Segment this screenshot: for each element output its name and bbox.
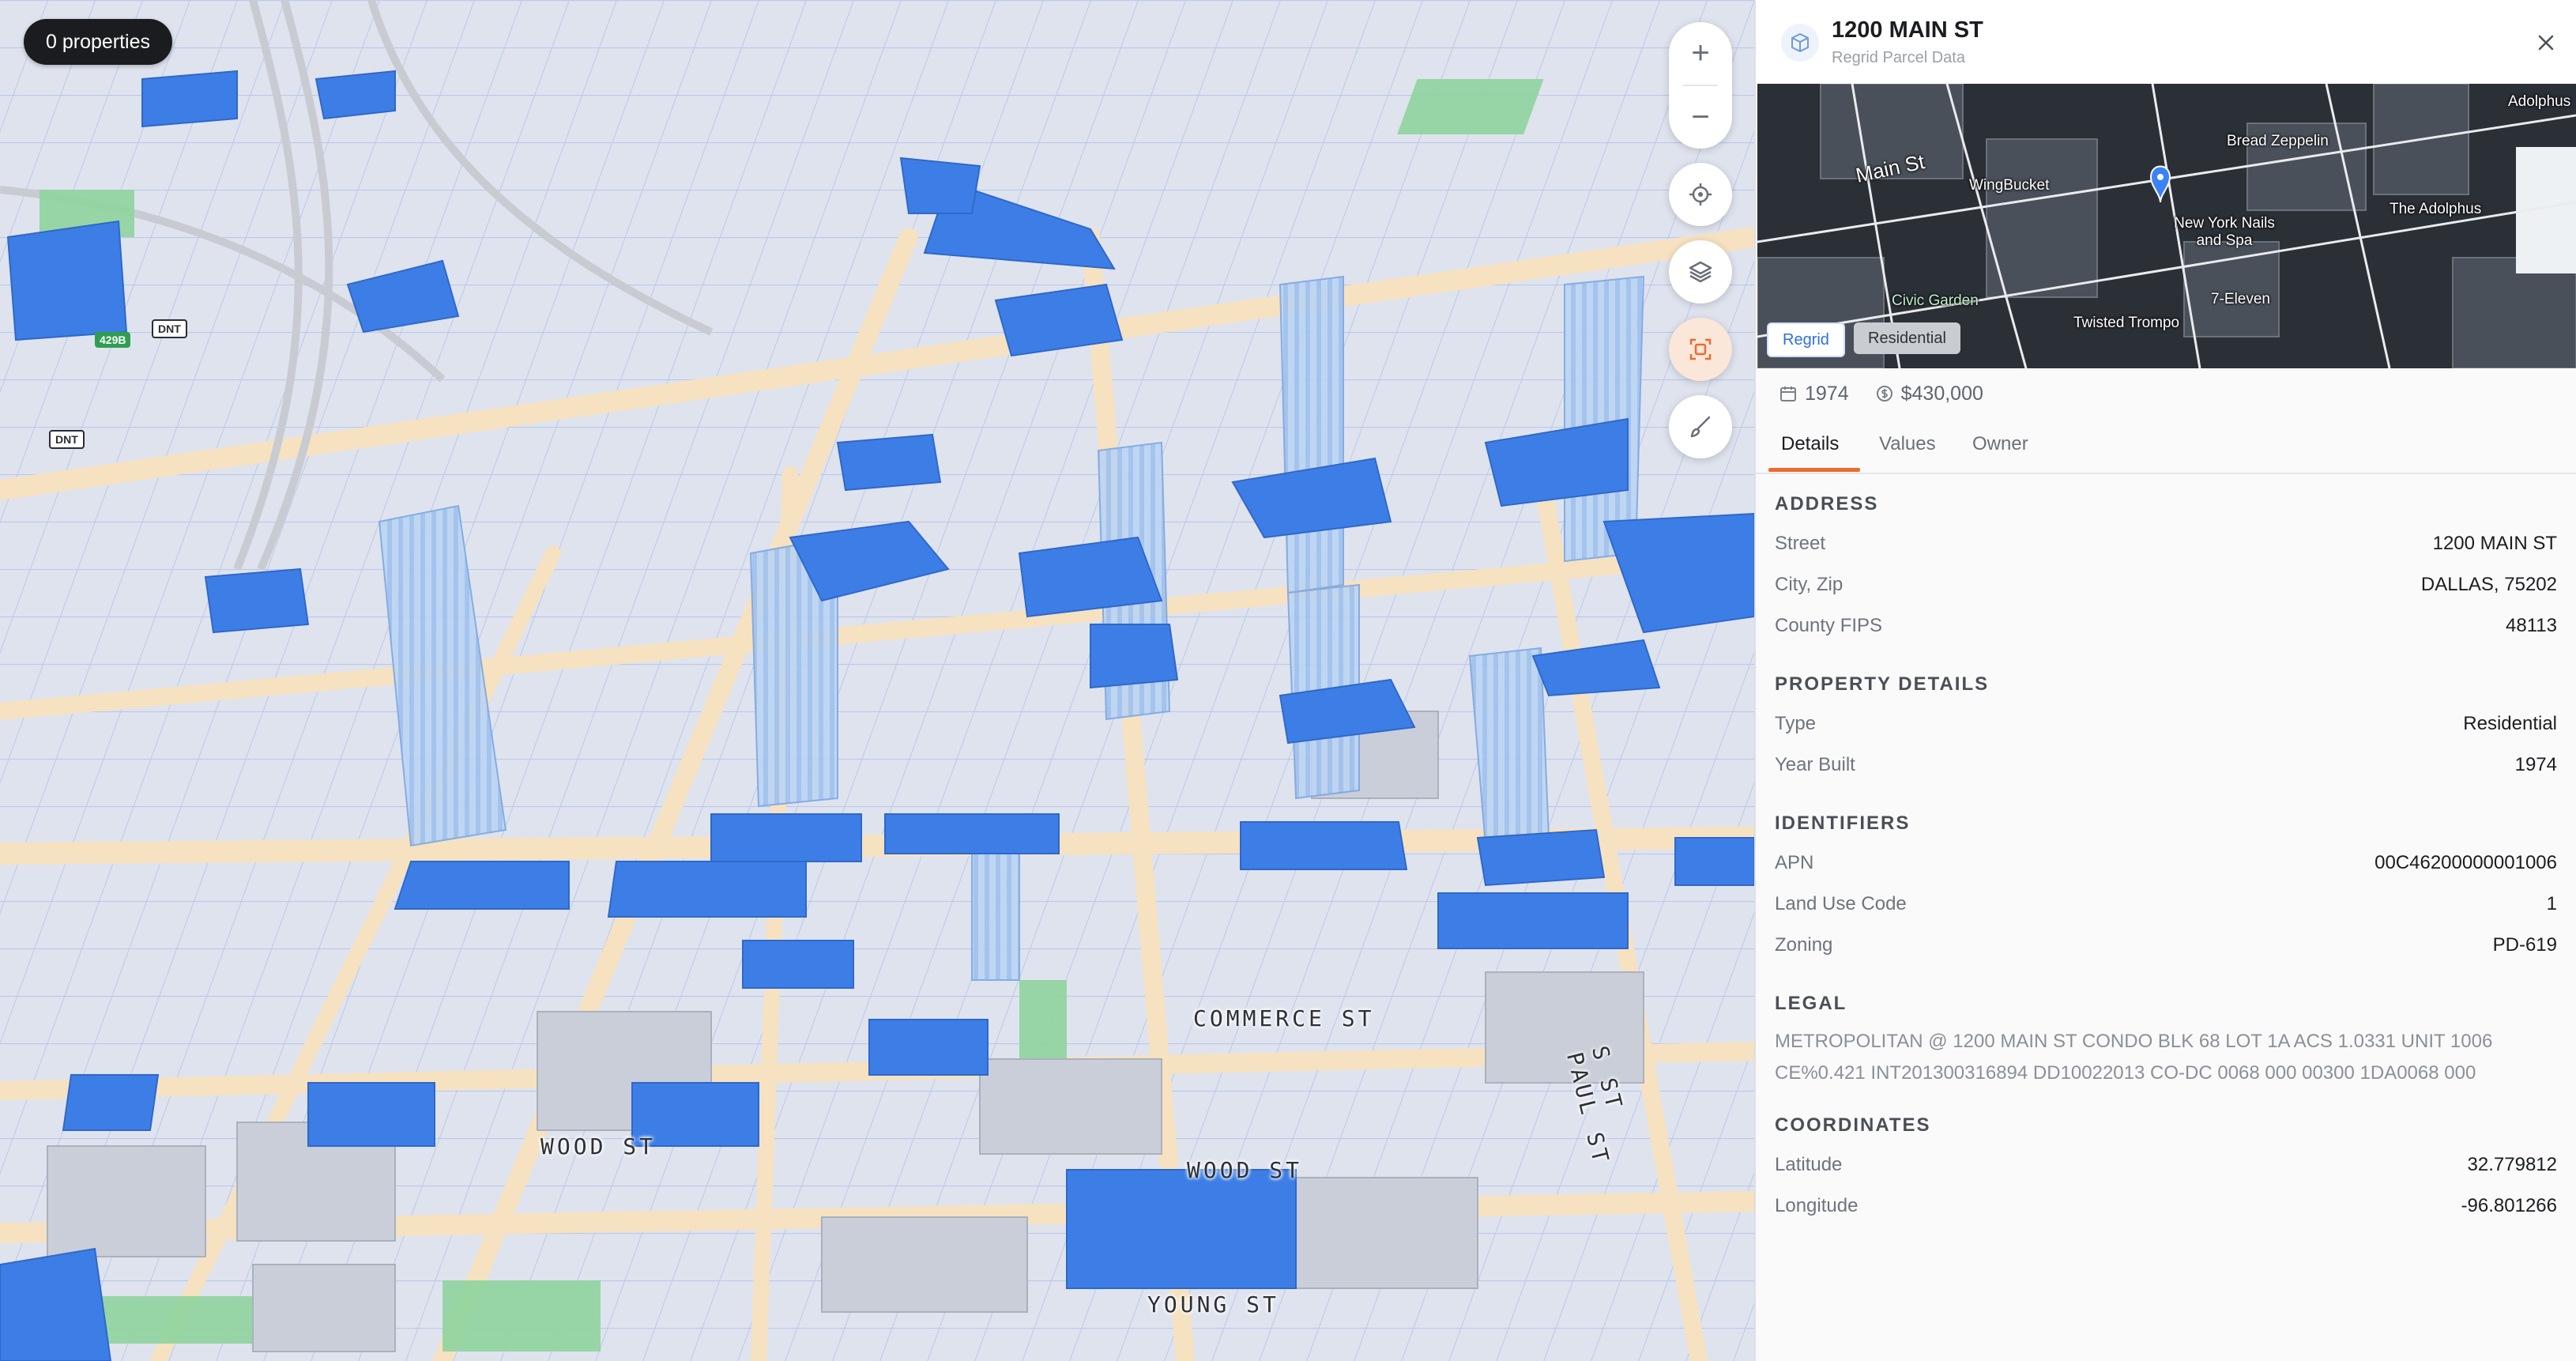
detail-tabs: Details Values Owner <box>1756 419 2576 474</box>
parcel-details-panel: 1200 MAIN ST Regrid Parcel Data Main St … <box>1754 0 2576 1361</box>
highway-shield-429b: 429B <box>95 332 131 348</box>
poi-wingbucket: WingBucket <box>1969 177 2050 194</box>
panel-subtitle: Regrid Parcel Data <box>1832 49 1965 66</box>
highway-shield-dnt: DNT <box>152 319 187 338</box>
poi-adolphus: Adolphus <box>2508 93 2571 110</box>
draw-button[interactable] <box>1669 395 1732 458</box>
scan-parcel-icon <box>1689 338 1712 360</box>
regrid-tag: Regrid <box>1767 322 1845 357</box>
address-city-label: City, Zip <box>1775 574 1843 595</box>
close-icon <box>2538 35 2554 51</box>
dollar-icon <box>1876 386 1892 402</box>
value-meta: $430,000 <box>1876 383 1983 405</box>
street-label-wood-west: WOOD ST <box>540 1133 657 1159</box>
zoom-out-button[interactable]: − <box>1669 86 1732 149</box>
close-panel-button[interactable] <box>2530 27 2562 58</box>
tab-values[interactable]: Values <box>1879 433 1936 455</box>
latitude-label: Latitude <box>1775 1154 1843 1175</box>
poi-7-eleven: 7-Eleven <box>2211 291 2270 307</box>
panel-header: 1200 MAIN ST Regrid Parcel Data <box>1756 0 2576 84</box>
poi-the-adolphus: The Adolphus <box>2390 201 2482 217</box>
poi-twisted-trompo: Twisted Trompo <box>2073 315 2180 331</box>
section-heading-legal: LEGAL <box>1775 993 1847 1014</box>
tab-details[interactable]: Details <box>1781 433 1839 455</box>
section-heading-address: ADDRESS <box>1775 493 1879 515</box>
calendar-icon <box>1780 386 1796 402</box>
year-built-meta: 1974 <box>1779 383 1849 405</box>
layers-button[interactable] <box>1669 240 1732 303</box>
address-street-label: Street <box>1775 533 1826 554</box>
land-use-label: Land Use Code <box>1775 893 1907 914</box>
latitude-value: 32.779812 <box>2467 1154 2557 1175</box>
year-built-value: 1974 <box>2514 754 2557 775</box>
year-built-text: 1974 <box>1805 382 1849 405</box>
zoom-control: + − <box>1669 22 1732 149</box>
street-label-commerce: COMMERCE ST <box>1193 1005 1375 1031</box>
property-type-label: Type <box>1775 713 1817 734</box>
address-fips-label: County FIPS <box>1775 615 1883 636</box>
address-fips-value: 48113 <box>2506 615 2557 636</box>
legal-description: METROPOLITAN @ 1200 MAIN ST CONDO BLK 68… <box>1775 1031 2493 1084</box>
land-use-value: 1 <box>2546 893 2557 914</box>
poi-bread-zeppelin: Bread Zeppelin <box>2227 133 2329 149</box>
apn-value: 00C46200000001006 <box>2375 852 2557 873</box>
tab-owner[interactable]: Owner <box>1972 433 2028 455</box>
parcel-select-button[interactable] <box>1669 318 1732 381</box>
map-controls: + − <box>1669 22 1732 458</box>
zoning-value: PD-619 <box>2492 934 2557 956</box>
property-type-value: Residential <box>2463 713 2557 734</box>
address-street-value: 1200 MAIN ST <box>2432 533 2557 554</box>
locate-button[interactable] <box>1669 163 1732 226</box>
section-heading-property: PROPERTY DETAILS <box>1775 673 1990 695</box>
panel-title: 1200 MAIN ST <box>1832 17 1983 43</box>
street-label-young: YOUNG ST <box>1147 1291 1279 1318</box>
section-heading-coordinates: COORDINATES <box>1775 1114 1931 1136</box>
brush-icon <box>1690 416 1711 438</box>
active-tab-indicator <box>1768 468 1860 472</box>
zoom-in-button[interactable]: + <box>1669 22 1732 85</box>
zoning-label: Zoning <box>1775 934 1833 956</box>
poi-civic-garden: Civic Garden <box>1892 292 1979 309</box>
locate-icon <box>1689 183 1712 205</box>
map-canvas[interactable] <box>0 0 1754 1361</box>
value-text: $430,000 <box>1900 382 1983 405</box>
properties-count-pill[interactable]: 0 properties <box>24 19 173 65</box>
street-label-wood-east: WOOD ST <box>1187 1157 1303 1183</box>
longitude-label: Longitude <box>1775 1195 1859 1216</box>
highway-shield-dnt-2: DNT <box>49 430 85 449</box>
property-type-tag: Residential <box>1854 322 1960 354</box>
longitude-value: -96.801266 <box>2461 1195 2557 1216</box>
parcel-cube-icon <box>1781 24 1819 62</box>
section-heading-identifiers: IDENTIFIERS <box>1775 812 1911 834</box>
poi-nails-spa: New York Nails and Spa <box>2174 215 2275 249</box>
layers-icon <box>1689 261 1712 283</box>
address-city-value: DALLAS, 75202 <box>2420 574 2557 595</box>
quick-meta: 1974 $430,000 <box>1779 378 1983 409</box>
map-view[interactable]: 0 properties 429B DNT DNT COMMERCE ST WO… <box>0 0 1754 1361</box>
apn-label: APN <box>1775 852 1814 873</box>
year-built-label: Year Built <box>1775 754 1855 775</box>
